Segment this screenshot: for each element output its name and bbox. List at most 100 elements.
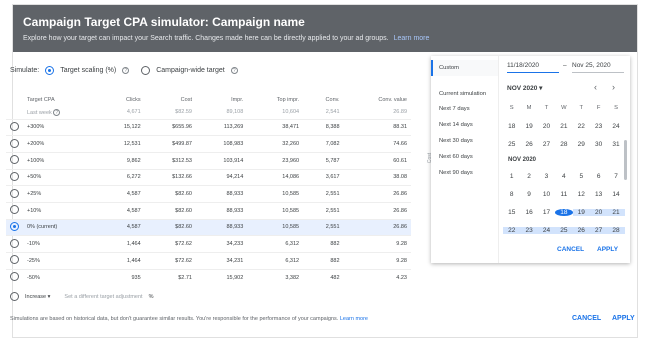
calendar-day[interactable]: 4 [555,173,572,180]
calendar-day[interactable]: 10 [538,191,555,198]
calendar-day[interactable]: 11 [555,191,572,198]
calendar-day[interactable]: 25 [555,226,573,234]
calendar-day[interactable]: 13 [590,191,607,198]
calendar-day[interactable]: 17 [538,209,555,216]
weekday-label: M [526,105,532,111]
calendar-day[interactable]: 14 [607,191,624,198]
preset-next-7-days[interactable]: Next 7 days [439,106,470,112]
header-learn-more-link[interactable]: Learn more [394,35,430,42]
table-cell: $2.71 [144,268,196,286]
calendar-day[interactable]: 12 [573,191,590,198]
row-radio[interactable] [10,205,19,215]
calendar-day[interactable]: 31 [607,141,624,148]
target-scaling-radio[interactable] [45,66,55,75]
row-radio[interactable] [10,171,19,181]
calendar-day[interactable]: 27 [589,226,608,234]
start-date-field[interactable]: 11/18/2020 [507,62,559,73]
preset-custom[interactable]: Custom [431,60,498,76]
calendar-day[interactable]: 26 [572,226,590,234]
help-icon[interactable]: ? [53,108,61,116]
calendar-day[interactable]: 21 [607,208,625,216]
table-cell: $82.59 [175,109,192,116]
calendar-week: 15 16 17 18 19 20 21 [503,203,625,221]
month-select[interactable]: NOV 2020 ▾ [507,84,542,92]
table-cell: $499.87 [144,135,196,153]
calendar-day[interactable]: 3 [538,173,555,180]
calendar-day[interactable]: 23 [590,123,607,130]
calendar-day[interactable]: 25 [503,141,520,148]
table-row[interactable]: +300% 15,122 $655.96 113,269 38,471 8,388 88.3… [6,118,411,136]
calendar-day[interactable]: 1 [503,173,520,180]
row-radio[interactable] [10,221,19,231]
preset-current-simulation[interactable]: Current simulation [439,91,486,97]
calendar-day[interactable]: 16 [520,209,537,216]
calendar-day[interactable]: 20 [589,208,608,216]
end-date-field[interactable]: Nov 25, 2020 [572,62,624,73]
calendar-day[interactable]: 18 [555,208,573,216]
column-header: Target CPA [27,96,55,103]
calendar-day[interactable]: 28 [555,141,572,148]
calendar-day[interactable]: 29 [573,141,590,148]
calendar-day[interactable]: 23 [520,226,538,234]
calendar-day[interactable]: 26 [520,141,537,148]
table-cell: 26.86 [343,218,411,236]
radio-column-header [6,93,23,106]
calendar-day[interactable]: 28 [607,226,625,234]
calendar-day[interactable]: 22 [503,226,521,234]
calendar-day[interactable]: 20 [538,123,555,130]
chevron-right-icon[interactable]: › [612,82,615,92]
calendar-day[interactable]: 24 [537,226,556,234]
calendar-day[interactable]: 24 [607,123,624,130]
preset-next-90-days[interactable]: Next 90 days [439,170,473,176]
row-radio[interactable] [10,238,19,248]
row-radio[interactable] [10,188,19,198]
picker-apply-button[interactable]: APPLY [597,246,618,253]
row-radio[interactable] [10,255,19,265]
help-icon[interactable]: ? [122,67,130,74]
table-row[interactable]: +200% 12,531 $499.87 108,983 32,260 7,082 74.6… [6,135,411,153]
row-radio[interactable] [10,272,19,282]
table-row[interactable]: 0% (current) 4,587 $82.60 88,933 10,585 2,551… [6,218,411,236]
row-radio[interactable] [10,121,19,131]
calendar-day[interactable]: 15 [503,209,520,216]
preset-next-30-days[interactable]: Next 30 days [439,138,473,144]
picker-cancel-button[interactable]: CANCEL [557,246,584,253]
table-cell: 60.61 [343,151,411,170]
table-row[interactable]: +10% 4,587 $82.60 88,933 10,585 2,551 26.86 [6,201,411,220]
calendar-day[interactable]: 18 [503,123,520,130]
calendar-day[interactable]: 30 [590,141,607,148]
row-radio[interactable] [10,155,19,165]
table-row[interactable]: -50% 935 $2.71 15,902 3,382 482 4.23 [6,268,411,286]
table-cell: 6,272 [98,168,145,186]
calendar-day[interactable]: 27 [538,141,555,148]
calendar-day[interactable]: 2 [520,173,537,180]
calendar-day[interactable]: 9 [520,191,537,198]
footer-learn-more-link[interactable]: Learn more [340,316,368,322]
table-row[interactable]: +50% 6,272 $132.66 94,214 14,086 3,617 38.08 [6,168,411,186]
campaign-wide-radio[interactable] [141,66,151,75]
table-row[interactable]: -10% 1,464 $72.62 34,233 6,312 882 9.28 [6,235,411,253]
table-row[interactable]: -25% 1,464 $72.62 34,231 6,312 882 9.28 [6,252,411,270]
calendar-day[interactable]: 6 [590,173,607,180]
adjust-input[interactable]: Set a different target adjustment [64,294,142,300]
custom-adjust-radio[interactable] [10,292,19,301]
cancel-button[interactable]: CANCEL [572,315,601,322]
calendar-day[interactable]: 19 [520,123,537,130]
row-radio[interactable] [10,138,19,148]
calendar-scrollbar[interactable] [624,140,627,180]
preset-next-14-days[interactable]: Next 14 days [439,122,473,128]
calendar-day[interactable]: 21 [555,123,572,130]
table-row[interactable]: +100% 9,862 $312.53 103,914 23,960 5,787 60.61 [6,151,411,170]
adjust-direction-select[interactable]: Increase ▾ [25,294,50,300]
calendar-day[interactable]: 5 [573,173,590,180]
calendar-day[interactable]: 22 [573,123,590,130]
chevron-left-icon[interactable]: ‹ [594,82,597,92]
calendar-day[interactable]: 8 [503,191,520,198]
calendar-day[interactable]: 7 [607,173,624,180]
table-cell: 34,231 [195,252,248,270]
calendar-day[interactable]: 19 [572,208,590,216]
preset-next-60-days[interactable]: Next 60 days [439,154,473,160]
help-icon[interactable]: ? [230,67,238,74]
apply-button[interactable]: APPLY [612,315,635,322]
table-row[interactable]: +25% 4,587 $82.60 88,933 10,585 2,551 26.86 [6,185,411,203]
